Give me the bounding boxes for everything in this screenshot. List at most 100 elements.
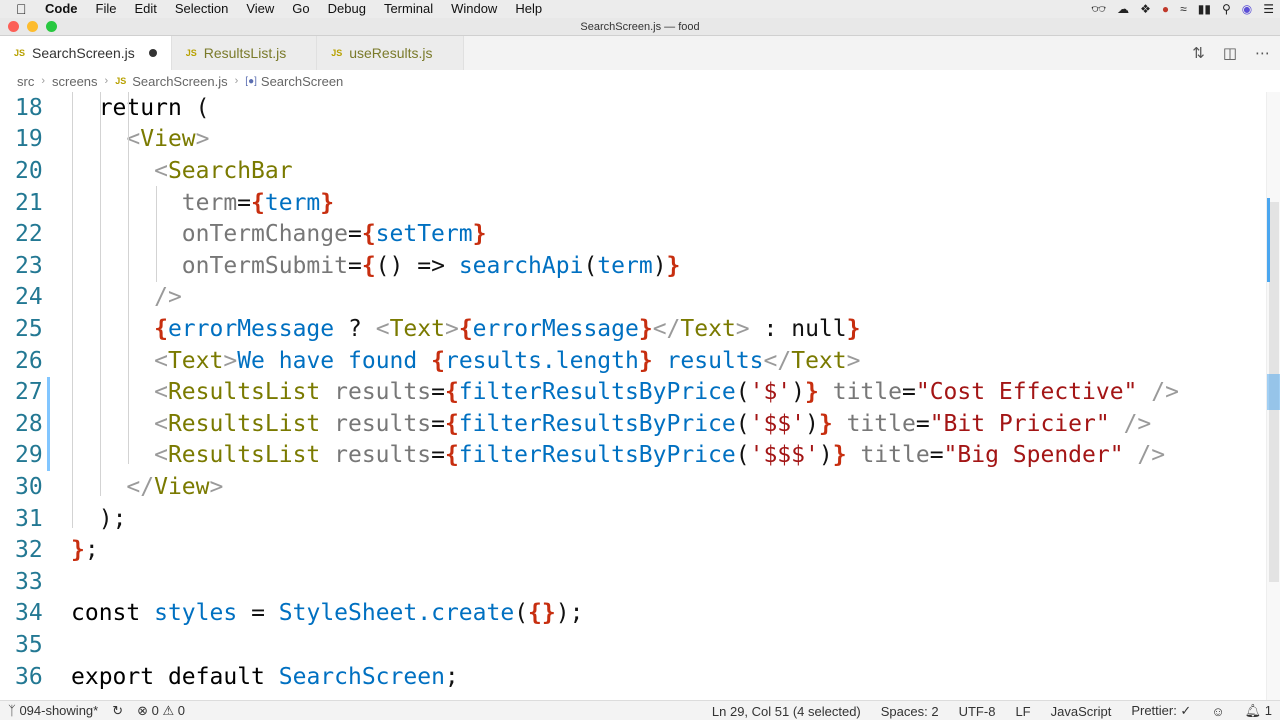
code-line[interactable]: 34 const styles = StyleSheet.create({}); (0, 598, 1266, 630)
line-code: {errorMessage ? <Text>{errorMessage}</Te… (154, 315, 861, 342)
line-code: <ResultsList results={filterResultsByPri… (154, 442, 1166, 469)
apple-icon[interactable]:  (16, 1, 36, 17)
error-count: 0 (151, 702, 159, 718)
code-line[interactable]: 23 onTermSubmit={() => searchApi(term)} (0, 250, 1266, 282)
menu-file[interactable]: File (87, 0, 126, 18)
code-line[interactable]: 30 </View> (0, 471, 1266, 503)
battery-icon[interactable]: ▮▮ (1198, 2, 1211, 16)
siri-icon[interactable]: ◉ (1242, 2, 1252, 16)
tab-resultslist[interactable]: JS ResultsList.js (171, 36, 318, 70)
bell-icon: 🔔︎ (1244, 703, 1262, 718)
chevron-right-icon: › (41, 75, 46, 87)
line-number: 27 (15, 379, 43, 406)
glasses-icon[interactable]: 👓︎ (1091, 2, 1106, 16)
menu-go[interactable]: Go (283, 0, 318, 18)
search-icon[interactable]: ⚲ (1222, 2, 1231, 16)
split-editor-icon[interactable]: ◫ (1223, 44, 1237, 62)
js-file-icon: JS (185, 48, 197, 58)
code-line[interactable]: 36 export default SearchScreen; (0, 661, 1266, 693)
encoding-status[interactable]: UTF-8 (959, 704, 996, 719)
wifi-icon[interactable]: ≈ (1180, 2, 1187, 16)
line-number: 25 (15, 315, 43, 342)
code-line[interactable]: 31 ); (0, 503, 1266, 535)
line-number: 18 (15, 94, 43, 121)
line-code: onTermChange={setTerm} (181, 221, 487, 248)
line-number: 28 (15, 410, 43, 437)
git-branch-icon: ᛉ (8, 703, 16, 718)
cloud-icon[interactable]: ☁ (1117, 2, 1129, 16)
code-line[interactable]: 24 /> (0, 282, 1266, 314)
feedback-icon[interactable]: ☺ (1211, 704, 1224, 719)
code-line[interactable]: 21 term={term} (0, 187, 1266, 219)
menu-selection[interactable]: Selection (166, 0, 237, 18)
branch-status[interactable]: ᛉ 094-showing* (8, 703, 98, 718)
line-code: <SearchBar (154, 157, 293, 184)
line-code: <View> (126, 126, 210, 153)
code-line[interactable]: 35 (0, 629, 1266, 661)
code-line[interactable]: 27 <ResultsList results={filterResultsBy… (0, 376, 1266, 408)
line-code: ); (98, 505, 127, 532)
menu-edit[interactable]: Edit (125, 0, 165, 18)
prettier-status[interactable]: Prettier: ✓ (1131, 703, 1191, 719)
code-line[interactable]: 22 onTermChange={setTerm} (0, 218, 1266, 250)
line-code: export default SearchScreen; (71, 663, 459, 690)
problems-status[interactable]: ⊗ 0 ⚠ 0 (137, 703, 185, 719)
status-bar: ᛉ 094-showing* ↻ ⊗ 0 ⚠ 0 Ln 29, Col 51 (… (0, 700, 1280, 720)
vertical-scrollbar[interactable] (1266, 92, 1280, 700)
line-code: return ( (98, 94, 210, 121)
eol-status[interactable]: LF (1015, 704, 1030, 719)
line-number: 19 (15, 126, 43, 153)
tab-searchscreen[interactable]: JS SearchScreen.js (0, 36, 172, 70)
code-line[interactable]: 28 <ResultsList results={filterResultsBy… (0, 408, 1266, 440)
code-line[interactable]: 20 <SearchBar (0, 155, 1266, 187)
breadcrumb-item[interactable]: src (17, 74, 34, 89)
code-line[interactable]: 25 {errorMessage ? <Text>{errorMessage}<… (0, 313, 1266, 345)
more-actions-icon[interactable]: ⋯ (1255, 44, 1270, 62)
window-title: SearchScreen.js — food (580, 21, 700, 33)
code-line[interactable]: 33 (0, 566, 1266, 598)
breadcrumb-item[interactable]: SearchScreen.js (132, 74, 227, 89)
menu-terminal[interactable]: Terminal (375, 0, 442, 18)
line-number: 26 (15, 347, 43, 374)
menu-app-name[interactable]: Code (36, 0, 87, 18)
tab-label: ResultsList.js (203, 45, 287, 61)
tab-useresults[interactable]: JS useResults.js (317, 36, 464, 70)
cursor-position[interactable]: Ln 29, Col 51 (4 selected) (712, 704, 861, 719)
code-line[interactable]: 29 <ResultsList results={filterResultsBy… (0, 440, 1266, 472)
line-number: 23 (15, 252, 43, 279)
chevron-right-icon: › (234, 75, 239, 87)
breadcrumb-item[interactable]: screens (52, 74, 98, 89)
notifications-status[interactable]: 🔔︎ 1 (1245, 703, 1272, 719)
breadcrumb-item[interactable]: SearchScreen (261, 74, 343, 89)
editor-actions: ⇅ ◫ ⋯ (1192, 44, 1270, 62)
line-code: term={term} (181, 189, 335, 216)
line-number: 21 (15, 189, 43, 216)
menu-debug[interactable]: Debug (319, 0, 375, 18)
editor-tab-bar: JS SearchScreen.js JS ResultsList.js JS … (0, 36, 1280, 70)
line-number: 22 (15, 221, 43, 248)
control-center-icon[interactable]: ☰ (1263, 2, 1274, 16)
code-line[interactable]: 18 return ( (0, 92, 1266, 124)
menu-view[interactable]: View (237, 0, 283, 18)
code-line[interactable]: 26 <Text>We have found {results.length} … (0, 345, 1266, 377)
language-mode[interactable]: JavaScript (1051, 704, 1112, 719)
line-number: 30 (15, 473, 43, 500)
indent-guide (156, 186, 157, 282)
scrollbar-selection-marker (1267, 374, 1280, 410)
menubar-status-area: 👓︎ ☁ ❖ ● ≈ ▮▮ ⚲ ◉ ☰ (1091, 0, 1274, 18)
code-editor[interactable]: 18 return (19 <View> 20 <SearchBar 21 term… (0, 92, 1280, 700)
dropbox-icon[interactable]: ❖ (1140, 2, 1151, 16)
unsaved-dot-icon[interactable] (148, 49, 157, 57)
code-line[interactable]: 32}; (0, 534, 1266, 566)
record-icon[interactable]: ● (1162, 2, 1169, 16)
menu-help[interactable]: Help (506, 0, 551, 18)
menu-window[interactable]: Window (442, 0, 506, 18)
tab-label: useResults.js (349, 45, 433, 61)
code-line[interactable]: 19 <View> (0, 124, 1266, 156)
indentation-status[interactable]: Spaces: 2 (881, 704, 939, 719)
line-number: 29 (15, 442, 43, 469)
open-changes-icon[interactable]: ⇅ (1192, 44, 1205, 62)
line-number: 35 (15, 631, 43, 658)
sync-icon[interactable]: ↻ (112, 703, 123, 719)
window-titlebar: SearchScreen.js — food (0, 18, 1280, 36)
